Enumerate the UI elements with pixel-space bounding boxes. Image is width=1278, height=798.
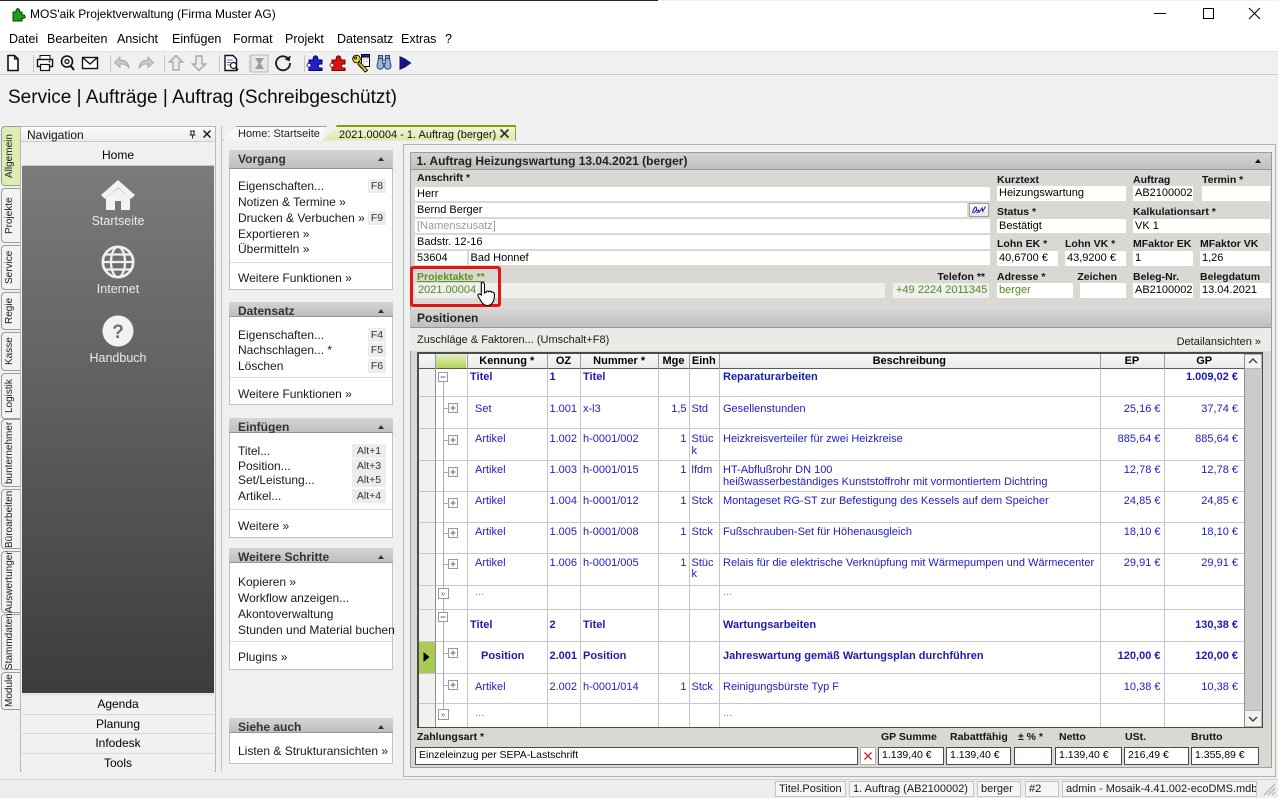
svg-text:?: ? xyxy=(112,322,124,343)
